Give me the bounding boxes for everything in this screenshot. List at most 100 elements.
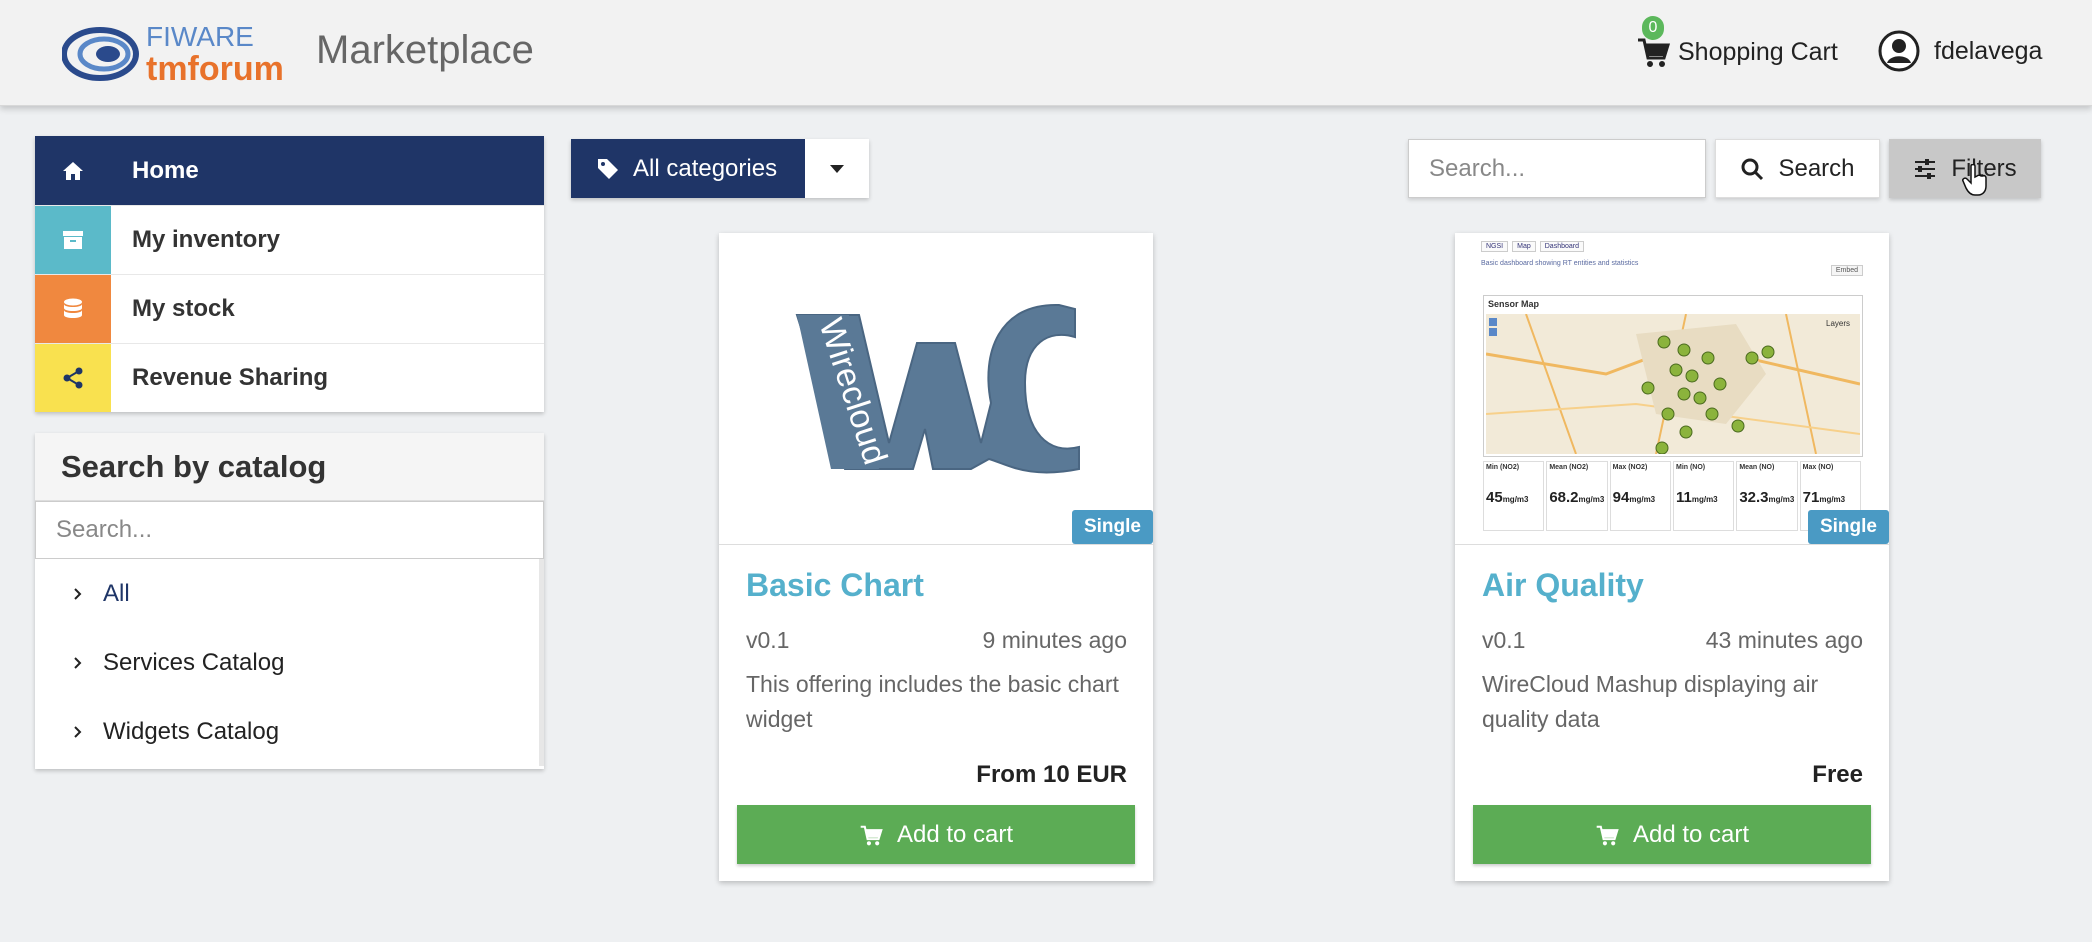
- cart-icon: [1638, 38, 1670, 67]
- database-icon: [35, 275, 111, 343]
- add-to-cart-label: Add to cart: [896, 820, 1014, 848]
- add-to-cart-label: Add to cart: [1632, 820, 1750, 848]
- fiware-tmforum-logo[interactable]: FIWARE tmforum: [62, 16, 302, 90]
- offering-title[interactable]: Basic Chart: [746, 567, 924, 604]
- stat-label: Min (NO): [1675, 464, 1706, 471]
- stat-label: Max (NO2): [1612, 464, 1648, 471]
- offering-description: WireCloud Mashup displaying air quality …: [1482, 671, 1819, 732]
- sidebar-item-home[interactable]: Home: [35, 136, 544, 205]
- offering-image[interactable]: NGSI Map Dashboard Basic dashboard showi…: [1455, 233, 1889, 545]
- sidebar-item-label: My inventory: [132, 226, 281, 253]
- catalog-item-label: Services Catalog: [103, 648, 285, 676]
- sidebar-item-inventory[interactable]: My inventory: [35, 205, 544, 274]
- dashboard-stats: Min (NO2) 45mg/m3 Mean (NO2) 68.2mg/m3 Max…: [1483, 461, 1863, 531]
- offering-image[interactable]: Wirecloud Single: [719, 233, 1153, 545]
- add-to-cart-button[interactable]: Add to cart: [737, 805, 1135, 864]
- user-menu[interactable]: fdelavega: [1878, 28, 2042, 74]
- sidebar-item-label: Home: [132, 156, 199, 184]
- catalog-item-widgets[interactable]: Widgets Catalog: [35, 697, 544, 766]
- sidebar-nav: Home My inventory My stock Revenue Shari…: [35, 136, 544, 412]
- tag-icon: [598, 158, 618, 179]
- catalog-search-input[interactable]: [35, 501, 544, 559]
- stat-label: Min (NO2): [1486, 464, 1520, 471]
- offering-price: Free: [1812, 761, 1863, 788]
- wirecloud-logo: Wirecloud: [795, 303, 1080, 474]
- share-icon: [35, 344, 111, 412]
- stat-unit: mg/m3: [1819, 495, 1846, 504]
- svg-text:tmforum: tmforum: [146, 50, 284, 88]
- stat-label: Max (NO): [1802, 464, 1834, 471]
- catalog-title: Search by catalog: [35, 433, 544, 501]
- search-button-label: Search: [1778, 154, 1855, 182]
- chevron-right-icon: [74, 656, 82, 669]
- brand-title[interactable]: Marketplace: [316, 28, 534, 73]
- dashboard-tab: NGSI: [1481, 241, 1509, 252]
- stat-unit: mg/m3: [1768, 495, 1795, 504]
- offering-type-badge: Single: [1807, 510, 1889, 544]
- offering-version: v0.1: [1482, 627, 1526, 653]
- stat-cell: Min (NO) 11mg/m3: [1672, 461, 1735, 531]
- stat-value: 94: [1612, 489, 1630, 506]
- sensor-map-title: Sensor Map: [1488, 299, 1540, 309]
- sensor-map-panel: Sensor Map Layers: [1483, 295, 1863, 457]
- stat-label: Mean (NO): [1739, 464, 1775, 471]
- sidebar-item-label: My stock: [132, 295, 235, 322]
- stat-unit: mg/m3: [1502, 495, 1529, 504]
- username: fdelavega: [1934, 36, 2043, 65]
- hand-cursor-icon: [1962, 164, 1987, 196]
- dashboard-thumbnail: NGSI Map Dashboard Basic dashboard showi…: [1481, 239, 1867, 535]
- stat-unit: mg/m3: [1578, 495, 1605, 504]
- dashboard-tabs: NGSI Map Dashboard: [1481, 241, 1867, 252]
- search-button[interactable]: Search: [1715, 139, 1880, 198]
- offering-card[interactable]: NGSI Map Dashboard Basic dashboard showi…: [1455, 233, 1889, 881]
- stat-cell: Mean (NO2) 68.2mg/m3: [1546, 461, 1608, 531]
- offering-time: 9 minutes ago: [982, 627, 1127, 653]
- dashboard-tab: Dashboard: [1539, 241, 1584, 252]
- catalog-list: All Services Catalog Widgets Catalog: [35, 559, 544, 766]
- sidebar-item-revenue-sharing[interactable]: Revenue Sharing: [35, 343, 544, 412]
- categories-button[interactable]: All categories: [571, 139, 805, 198]
- sensor-map: Layers: [1486, 314, 1860, 454]
- stat-value: 11: [1675, 489, 1692, 506]
- add-to-cart-button[interactable]: Add to cart: [1473, 805, 1871, 864]
- offering-type-badge: Single: [1071, 510, 1153, 544]
- stat-value: 68.2: [1549, 489, 1579, 506]
- catalog-item-label: All: [103, 579, 130, 607]
- search-input[interactable]: [1408, 139, 1706, 198]
- search-icon: [1741, 158, 1764, 180]
- stat-unit: mg/m3: [1629, 495, 1656, 504]
- offering-description: This offering includes the basic chart w…: [746, 671, 1119, 732]
- header: FIWARE tmforum Marketplace 0 Shopping Ca…: [0, 0, 2092, 106]
- stat-value: 45: [1486, 489, 1503, 506]
- catalog-scrollbar[interactable]: [539, 559, 544, 766]
- dashboard-tab: Map: [1512, 241, 1536, 252]
- offering-title[interactable]: Air Quality: [1482, 567, 1644, 604]
- user-circle-icon: [1878, 30, 1920, 72]
- sidebar-item-label: Revenue Sharing: [132, 364, 329, 391]
- sidebar-item-stock[interactable]: My stock: [35, 274, 544, 343]
- stat-label: Mean (NO2): [1549, 464, 1589, 471]
- cart-icon: [860, 825, 883, 845]
- categories-caret-button[interactable]: [805, 139, 869, 198]
- shopping-cart-link[interactable]: Shopping Cart: [1636, 32, 1838, 72]
- catalog-item-services[interactable]: Services Catalog: [35, 628, 544, 697]
- home-icon: [35, 136, 111, 205]
- chevron-right-icon: [74, 587, 82, 600]
- stat-cell: Max (NO2) 94mg/m3: [1609, 461, 1671, 531]
- dashboard-subtitle: Basic dashboard showing RT entities and …: [1481, 260, 1639, 267]
- sliders-icon: [1915, 158, 1936, 179]
- chevron-right-icon: [74, 725, 82, 738]
- svg-text:Layers: Layers: [1826, 319, 1850, 328]
- caret-down-icon: [830, 164, 844, 173]
- offering-version: v0.1: [746, 627, 790, 653]
- stat-cell: Min (NO2) 45mg/m3: [1483, 461, 1545, 531]
- stat-unit: mg/m3: [1691, 495, 1718, 504]
- stat-value: 71: [1802, 489, 1820, 506]
- dashboard-embed: Embed: [1830, 265, 1863, 276]
- stat-cell: Mean (NO) 32.3mg/m3: [1736, 461, 1798, 531]
- archive-icon: [35, 206, 111, 274]
- offering-card[interactable]: Wirecloud Single Basic Chart v0.1 9 minu…: [719, 233, 1153, 881]
- shopping-cart-label: Shopping Cart: [1678, 37, 1838, 66]
- stat-value: 32.3: [1739, 489, 1769, 506]
- catalog-item-all[interactable]: All: [35, 559, 544, 628]
